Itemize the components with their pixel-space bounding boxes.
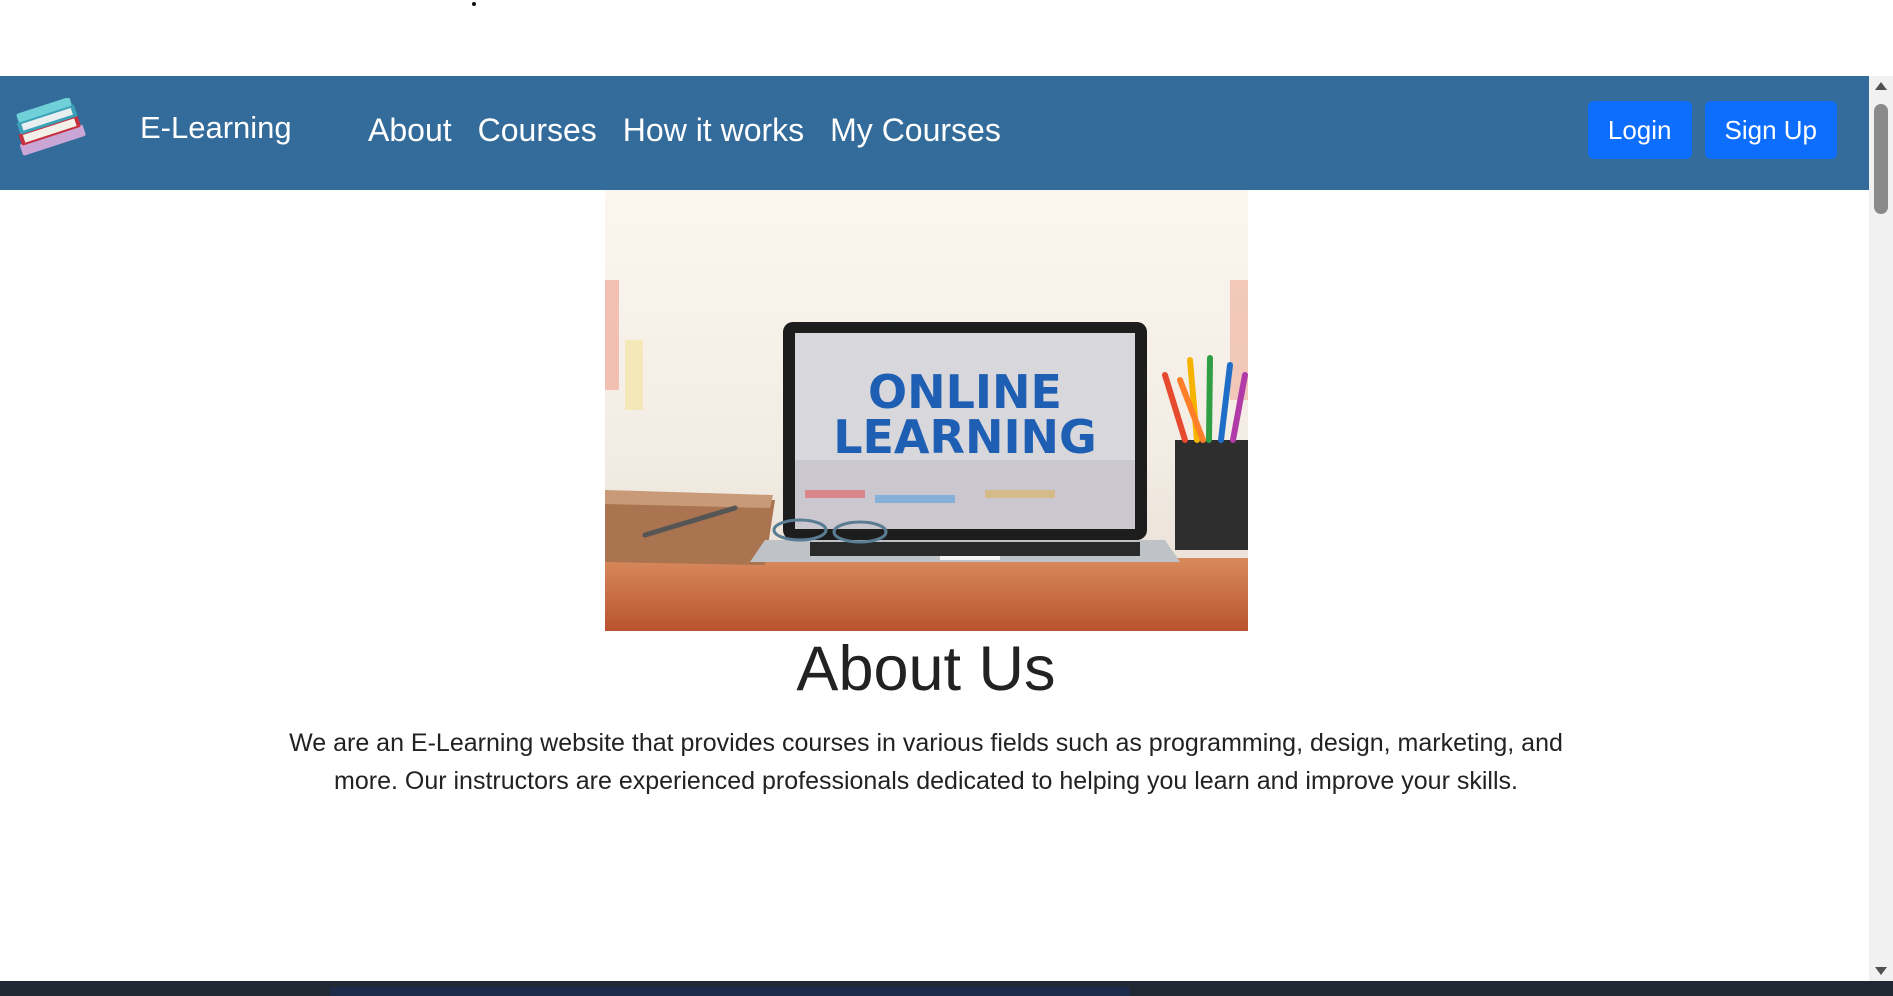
nav-links: About Courses How it works My Courses: [368, 112, 1027, 149]
brand-link[interactable]: E-Learning: [140, 110, 292, 146]
navbar: E-Learning About Courses How it works My…: [0, 76, 1869, 190]
vertical-scrollbar[interactable]: [1869, 76, 1893, 981]
scroll-down-icon[interactable]: [1875, 967, 1887, 975]
scroll-up-icon[interactable]: [1875, 82, 1887, 90]
nav-link-my-courses[interactable]: My Courses: [830, 112, 1001, 149]
signup-button[interactable]: Sign Up: [1704, 101, 1837, 159]
nav-link-about[interactable]: About: [368, 112, 452, 149]
hero-caption-line2: LEARNING: [833, 410, 1097, 464]
login-button[interactable]: Login: [1587, 101, 1692, 159]
about-text: We are an E-Learning website that provid…: [289, 729, 1563, 795]
about-title: About Us: [796, 634, 1056, 704]
scrollbar-thumb[interactable]: [1874, 104, 1888, 214]
taskbar: [0, 981, 1893, 996]
page-viewport: E-Learning About Courses How it works My…: [0, 76, 1869, 981]
nav-link-how-it-works[interactable]: How it works: [623, 112, 804, 149]
hero-image: ONLINE LEARNING: [605, 190, 1248, 631]
nav-link-courses[interactable]: Courses: [478, 112, 597, 149]
books-logo-icon[interactable]: [10, 98, 92, 158]
taskbar-accent: [330, 987, 1130, 996]
stray-dot: [472, 2, 476, 6]
auth-buttons: Login Sign Up: [1587, 101, 1837, 159]
